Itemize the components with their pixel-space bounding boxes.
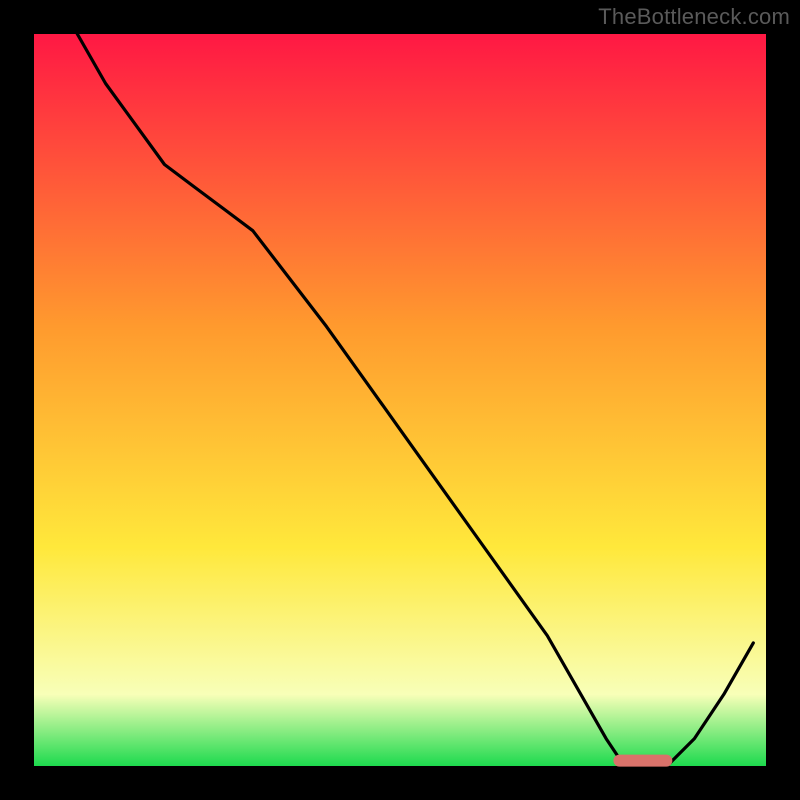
watermark-text: TheBottleneck.com	[598, 4, 790, 30]
chart-stage: TheBottleneck.com	[0, 0, 800, 800]
optimal-zone-marker	[613, 755, 672, 767]
bottleneck-chart	[0, 0, 800, 800]
plot-gradient-bg	[32, 32, 768, 768]
